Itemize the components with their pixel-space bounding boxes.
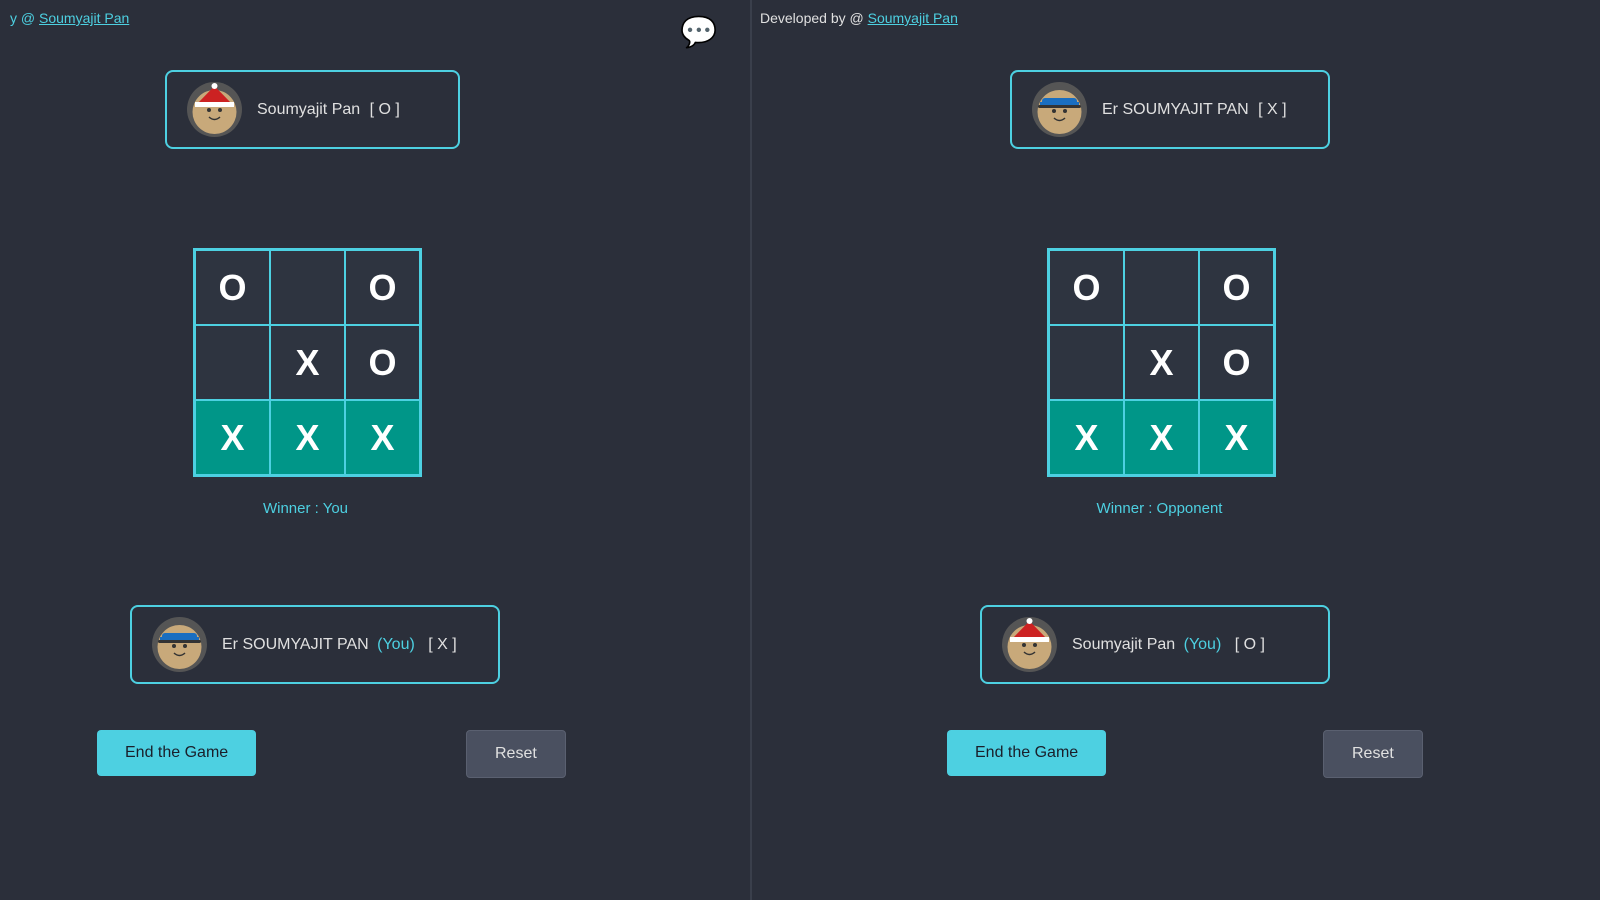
cell[interactable] <box>1124 250 1199 325</box>
board-left[interactable]: OOXOXXX <box>193 248 422 477</box>
cell[interactable]: O <box>195 250 270 325</box>
avatar-top-right <box>1032 82 1087 137</box>
avatar-top-left <box>187 82 242 137</box>
header-left-link[interactable]: Soumyajit Pan <box>39 10 129 26</box>
cell[interactable] <box>195 325 270 400</box>
cell[interactable]: O <box>345 325 420 400</box>
end-game-button-right[interactable]: End the Game <box>947 730 1106 776</box>
header-left: y @ Soumyajit Pan <box>10 10 129 26</box>
cell[interactable]: O <box>1199 250 1274 325</box>
header-right-text: Developed by @ <box>760 10 864 26</box>
player-name-bottom-left: Er SOUMYAJIT PAN (You) [ X ] <box>222 636 457 654</box>
avatar-bottom-right <box>1002 617 1057 672</box>
player-name-top-right: Er SOUMYAJIT PAN [ X ] <box>1102 101 1287 119</box>
avatar-bottom-left <box>152 617 207 672</box>
cell[interactable]: X <box>270 400 345 475</box>
reset-button-right[interactable]: Reset <box>1323 730 1423 778</box>
cell[interactable]: X <box>345 400 420 475</box>
winner-right: Winner : Opponent <box>1047 500 1272 517</box>
player-card-top-left: Soumyajit Pan [ O ] <box>165 70 460 149</box>
cell[interactable]: X <box>270 325 345 400</box>
cell[interactable]: X <box>1124 400 1199 475</box>
player-card-bottom-left: Er SOUMYAJIT PAN (You) [ X ] <box>130 605 500 684</box>
header-left-prefix: y @ <box>10 10 35 26</box>
cell[interactable]: X <box>195 400 270 475</box>
cell[interactable] <box>270 250 345 325</box>
panel-divider <box>750 0 752 900</box>
cell[interactable]: O <box>345 250 420 325</box>
player-name-top-left: Soumyajit Pan [ O ] <box>257 101 400 119</box>
winner-text-left: Winner : You <box>193 500 418 517</box>
cell[interactable]: X <box>1199 400 1274 475</box>
reset-button-left[interactable]: Reset <box>466 730 566 778</box>
end-game-button-left[interactable]: End the Game <box>97 730 256 776</box>
cell[interactable]: O <box>1049 250 1124 325</box>
player-card-bottom-right: Soumyajit Pan (You) [ O ] <box>980 605 1330 684</box>
winner-left: Winner : You <box>193 500 418 517</box>
player-card-top-right: Er SOUMYAJIT PAN [ X ] <box>1010 70 1330 149</box>
cell[interactable]: X <box>1124 325 1199 400</box>
cell[interactable]: O <box>1199 325 1274 400</box>
header-right-link[interactable]: Soumyajit Pan <box>868 10 958 26</box>
cell[interactable]: X <box>1049 400 1124 475</box>
cell[interactable] <box>1049 325 1124 400</box>
chat-icon[interactable]: 💬 <box>680 15 717 50</box>
header-right: Developed by @ Soumyajit Pan <box>760 10 958 26</box>
board-right[interactable]: OOXOXXX <box>1047 248 1276 477</box>
player-name-bottom-right: Soumyajit Pan (You) [ O ] <box>1072 636 1265 654</box>
winner-text-right: Winner : Opponent <box>1047 500 1272 517</box>
